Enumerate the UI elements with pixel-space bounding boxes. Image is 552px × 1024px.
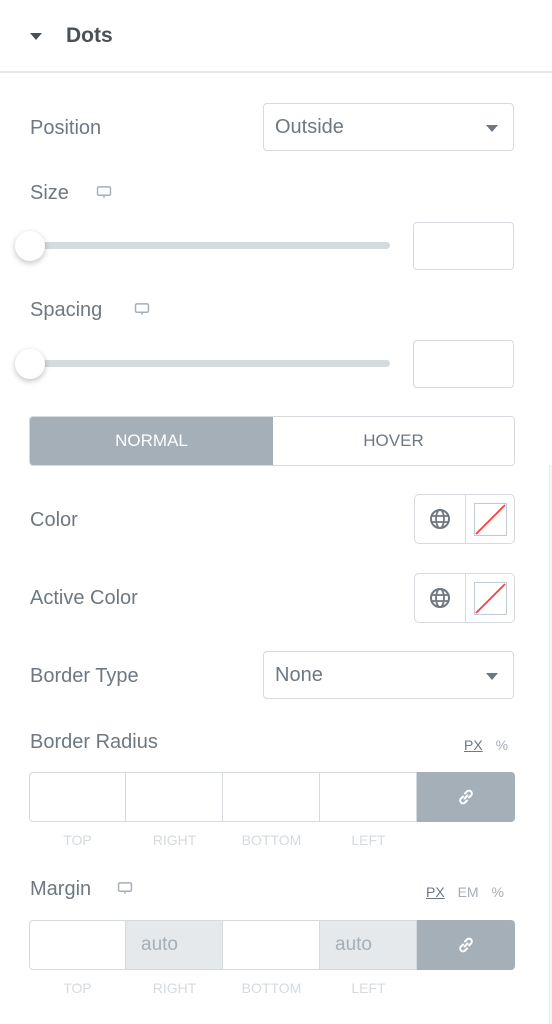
border-radius-dimension-labels: TOP RIGHT BOTTOM LEFT bbox=[29, 832, 419, 848]
margin-label: Margin bbox=[30, 878, 92, 900]
link-icon bbox=[459, 937, 473, 953]
border-type-select-value: None bbox=[275, 664, 323, 686]
globe-icon bbox=[430, 509, 450, 529]
dropdown-arrow-icon bbox=[486, 125, 498, 132]
unit-px[interactable]: PX bbox=[426, 884, 445, 900]
spacing-input[interactable] bbox=[413, 340, 514, 388]
desktop-icon[interactable] bbox=[96, 186, 112, 198]
margin-right-input[interactable]: auto bbox=[126, 920, 223, 970]
border-type-select[interactable]: None bbox=[263, 651, 514, 699]
margin-bottom-input[interactable] bbox=[223, 920, 320, 970]
border-radius-right-input[interactable] bbox=[126, 772, 223, 822]
dimension-label-left: LEFT bbox=[351, 832, 386, 848]
border-type-label: Border Type bbox=[30, 665, 139, 687]
dimension-label-bottom: BOTTOM bbox=[241, 980, 302, 996]
spacing-label: Spacing bbox=[30, 299, 103, 321]
link-values-button[interactable] bbox=[417, 772, 515, 822]
desktop-icon[interactable] bbox=[134, 303, 150, 315]
active-color-swatch-button[interactable] bbox=[466, 574, 514, 622]
color-picker-group bbox=[414, 494, 515, 544]
dimension-label-right: RIGHT bbox=[152, 980, 197, 996]
border-radius-dimensions bbox=[29, 772, 515, 822]
globe-icon bbox=[430, 588, 450, 608]
border-radius-left-input[interactable] bbox=[320, 772, 417, 822]
size-slider-track[interactable] bbox=[30, 242, 390, 249]
unit-percent[interactable]: % bbox=[496, 737, 508, 753]
margin-dimensions: auto auto bbox=[29, 920, 515, 970]
dimension-label-left: LEFT bbox=[351, 980, 386, 996]
border-radius-top-input[interactable] bbox=[29, 772, 126, 822]
size-input[interactable] bbox=[413, 222, 514, 270]
link-values-button[interactable] bbox=[417, 920, 515, 970]
no-color-swatch-icon bbox=[473, 502, 507, 536]
spacing-slider-track[interactable] bbox=[30, 360, 390, 367]
active-color-label: Active Color bbox=[30, 587, 138, 609]
no-color-swatch-icon bbox=[473, 581, 507, 615]
dimension-label-top: TOP bbox=[63, 980, 92, 996]
dropdown-arrow-icon bbox=[486, 673, 498, 680]
caret-down-icon bbox=[30, 33, 42, 40]
spacing-slider-handle[interactable] bbox=[15, 349, 45, 379]
position-select[interactable]: Outside bbox=[263, 103, 514, 151]
section-title: Dots bbox=[66, 24, 113, 47]
unit-px[interactable]: PX bbox=[464, 737, 483, 753]
margin-dimension-labels: TOP RIGHT BOTTOM LEFT bbox=[29, 980, 419, 996]
border-radius-bottom-input[interactable] bbox=[223, 772, 320, 822]
global-colors-button[interactable] bbox=[415, 574, 466, 622]
size-slider-handle[interactable] bbox=[15, 231, 45, 261]
global-colors-button[interactable] bbox=[415, 495, 466, 543]
dimension-label-bottom: BOTTOM bbox=[241, 832, 302, 848]
position-select-value: Outside bbox=[275, 116, 344, 138]
dimension-label-top: TOP bbox=[63, 832, 92, 848]
border-radius-units: PX % bbox=[455, 737, 508, 753]
color-label: Color bbox=[30, 509, 78, 531]
active-color-picker-group bbox=[414, 573, 515, 623]
unit-percent[interactable]: % bbox=[491, 884, 503, 900]
border-radius-label: Border Radius bbox=[30, 731, 158, 753]
link-icon bbox=[459, 789, 473, 805]
state-tabs: NORMAL HOVER bbox=[29, 416, 515, 466]
color-swatch-button[interactable] bbox=[466, 495, 514, 543]
tab-hover[interactable]: HOVER bbox=[273, 417, 514, 465]
size-label: Size bbox=[30, 182, 69, 204]
position-label: Position bbox=[30, 117, 102, 139]
unit-em[interactable]: EM bbox=[458, 884, 479, 900]
margin-top-input[interactable] bbox=[29, 920, 126, 970]
section-header-dots[interactable]: Dots bbox=[0, 0, 552, 73]
tab-normal[interactable]: NORMAL bbox=[30, 417, 273, 465]
margin-units: PX EM % bbox=[417, 884, 504, 900]
desktop-icon[interactable] bbox=[117, 882, 133, 894]
margin-left-input[interactable]: auto bbox=[320, 920, 417, 970]
dimension-label-right: RIGHT bbox=[152, 832, 197, 848]
